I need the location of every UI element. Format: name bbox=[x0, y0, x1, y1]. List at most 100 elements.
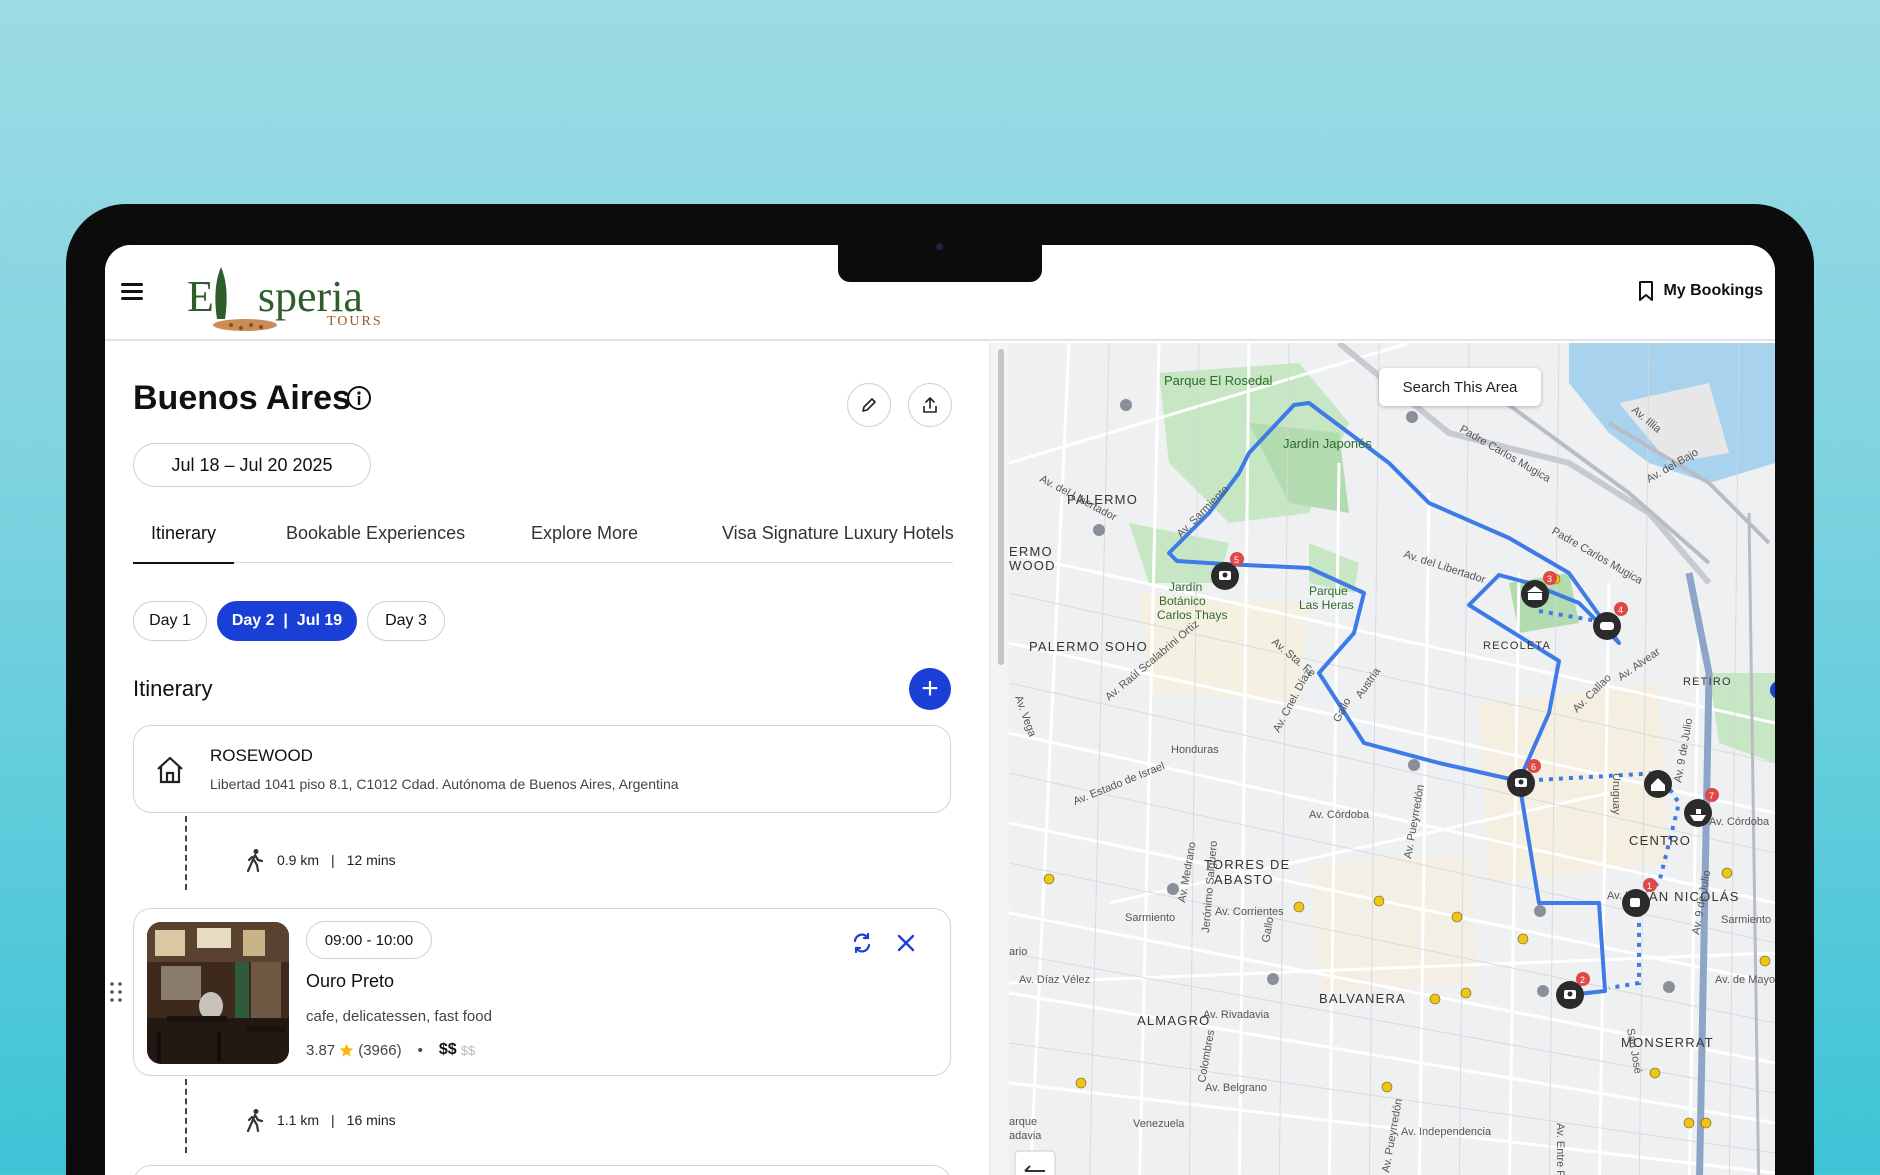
svg-text:adavia: adavia bbox=[1009, 1130, 1042, 1142]
map-label: ario bbox=[1009, 946, 1027, 958]
map-label: Av. Rivadavia bbox=[1203, 1009, 1270, 1021]
pencil-icon bbox=[862, 398, 876, 412]
marker-badge: 1 bbox=[1647, 881, 1652, 891]
map-label: Parque El Rosedal bbox=[1164, 373, 1273, 388]
walking-icon bbox=[246, 1109, 264, 1132]
map-canvas[interactable]: Parque El Rosedal Jardín Japonés Jardín … bbox=[1009, 343, 1775, 1175]
app-screen: E Esperia TOURS My Bookings Buenos Aires… bbox=[105, 245, 1775, 1175]
walk-duration: 16 mins bbox=[346, 1112, 396, 1128]
share-icon bbox=[923, 397, 937, 413]
meta-dot: • bbox=[417, 1041, 423, 1059]
marker-badge: 5 bbox=[1234, 555, 1239, 565]
marker-badge: 3 bbox=[1547, 574, 1552, 584]
panel-scrollbar[interactable] bbox=[989, 343, 1009, 1175]
map-label: Honduras bbox=[1171, 744, 1219, 756]
share-trip-button[interactable] bbox=[908, 383, 952, 427]
map-label: SAN NICOLÁS bbox=[1639, 889, 1740, 904]
map-label: Uruguay bbox=[1610, 773, 1622, 815]
route-connector bbox=[185, 1079, 187, 1153]
walk-duration: 12 mins bbox=[346, 852, 396, 868]
page-title: Buenos Aires bbox=[133, 379, 351, 417]
route-connector bbox=[185, 816, 187, 890]
svg-text:ERMO: ERMO bbox=[1009, 544, 1053, 559]
esperia-logo[interactable]: E Esperia TOURS bbox=[187, 259, 387, 337]
map-label: PALERMO SOHO bbox=[1029, 639, 1148, 654]
map-label: Av. Córdoba bbox=[1309, 809, 1370, 821]
drag-handle-icon[interactable] bbox=[109, 981, 123, 1003]
my-bookings-label: My Bookings bbox=[1663, 282, 1763, 299]
map-label: RETIRO bbox=[1683, 676, 1732, 688]
tab-itinerary[interactable]: Itinerary bbox=[132, 523, 235, 564]
place-review-count: (3966) bbox=[358, 1041, 402, 1059]
map-label: Av. Belgrano bbox=[1205, 1082, 1267, 1094]
my-bookings-button[interactable]: My Bookings bbox=[1637, 279, 1763, 303]
marker-badge: 7 bbox=[1709, 791, 1714, 801]
svg-text:Botánico: Botánico bbox=[1159, 594, 1206, 608]
tab-explore-more[interactable]: Explore More bbox=[531, 523, 638, 563]
trip-panel: Buenos Aires Jul 18 – Jul 20 2025 Itiner… bbox=[105, 343, 989, 1175]
svg-text:ABASTO: ABASTO bbox=[1214, 872, 1274, 887]
marker-badge: 4 bbox=[1618, 605, 1623, 615]
camera-notch bbox=[838, 245, 1042, 282]
map-label: RECOLETA bbox=[1483, 640, 1551, 652]
walk-segment: 1.1 km | 16 mins bbox=[245, 1107, 396, 1133]
camera-icon bbox=[936, 243, 943, 250]
remove-place-button[interactable] bbox=[892, 929, 920, 957]
next-place-card[interactable] bbox=[133, 1165, 951, 1175]
close-icon bbox=[897, 934, 915, 952]
logo-text: Esperia bbox=[257, 272, 363, 321]
map-label: ALMAGRO bbox=[1137, 1013, 1210, 1028]
walk-distance: 1.1 km bbox=[277, 1112, 320, 1128]
marker-badge: 2 bbox=[1580, 975, 1585, 985]
svg-text:Parque: Parque bbox=[1309, 584, 1348, 598]
swap-place-button[interactable] bbox=[848, 929, 876, 957]
walk-separator: | bbox=[331, 1112, 335, 1128]
walk-segment: 0.9 km | 12 mins bbox=[245, 847, 396, 873]
info-icon[interactable] bbox=[346, 385, 372, 411]
scrollbar-thumb[interactable] bbox=[998, 349, 1004, 665]
bookmark-icon bbox=[1639, 281, 1654, 301]
day-2-pill[interactable]: Day 2 | Jul 19 bbox=[217, 601, 357, 641]
map-label: Av. Córdoba bbox=[1709, 816, 1770, 828]
map-label: Venezuela bbox=[1133, 1118, 1185, 1130]
place-photo bbox=[147, 922, 289, 1064]
date-range-pill[interactable]: Jul 18 – Jul 20 2025 bbox=[133, 443, 371, 487]
place-name: Ouro Preto bbox=[306, 971, 395, 991]
svg-text:Las Heras: Las Heras bbox=[1299, 598, 1354, 612]
swap-icon bbox=[853, 932, 871, 954]
svg-text:arque: arque bbox=[1009, 1116, 1037, 1128]
price-inactive: $$ bbox=[460, 1042, 476, 1058]
day-1-pill[interactable]: Day 1 bbox=[133, 601, 207, 641]
place-categories: cafe, delicatessen, fast food bbox=[306, 1008, 492, 1025]
place-card[interactable]: 09:00 - 10:00 Ouro Preto cafe, delicates… bbox=[133, 908, 951, 1076]
map-view[interactable]: Search This Area Parque El Rosedal Jardí… bbox=[1009, 343, 1775, 1175]
map-label: BALVANERA bbox=[1319, 991, 1406, 1006]
hotel-name: ROSEWOOD bbox=[210, 746, 313, 765]
tab-visa-luxury-hotels[interactable]: Visa Signature Luxury Hotels bbox=[722, 523, 954, 563]
itinerary-heading: Itinerary bbox=[133, 676, 213, 701]
map-label: Sarmiento bbox=[1125, 912, 1175, 924]
home-icon bbox=[157, 756, 183, 784]
svg-text:WOOD: WOOD bbox=[1009, 558, 1056, 573]
star-icon bbox=[339, 1043, 354, 1056]
map-label: Sarmiento bbox=[1721, 914, 1771, 926]
hotel-card[interactable]: ROSEWOOD Libertad 1041 piso 8.1, C1012 C… bbox=[133, 725, 951, 813]
edit-trip-button[interactable] bbox=[847, 383, 891, 427]
map-label: Av. Corrientes bbox=[1215, 906, 1284, 918]
tab-bookable-experiences[interactable]: Bookable Experiences bbox=[286, 523, 465, 563]
map-label: Av. de Mayo bbox=[1715, 974, 1775, 986]
hotel-address: Libertad 1041 piso 8.1, C1012 Cdad. Autó… bbox=[210, 776, 679, 792]
svg-text:Jardín: Jardín bbox=[1169, 580, 1202, 594]
time-slot-pill[interactable]: 09:00 - 10:00 bbox=[306, 921, 432, 959]
tab-bar: Itinerary Bookable Experiences Explore M… bbox=[132, 523, 954, 564]
menu-icon[interactable] bbox=[121, 283, 143, 301]
map-label: Jardín Japonés bbox=[1283, 436, 1372, 451]
search-this-area-button[interactable]: Search This Area bbox=[1379, 368, 1541, 406]
add-stop-button[interactable]: + bbox=[909, 668, 951, 710]
price-active: $$ bbox=[438, 1041, 457, 1058]
map-label: Av. Entre Ríos bbox=[1554, 1123, 1566, 1175]
walking-icon bbox=[246, 849, 264, 872]
map-label: Av. Díaz Vélez bbox=[1019, 974, 1090, 986]
day-3-pill[interactable]: Day 3 bbox=[367, 601, 445, 641]
walk-separator: | bbox=[331, 852, 335, 868]
